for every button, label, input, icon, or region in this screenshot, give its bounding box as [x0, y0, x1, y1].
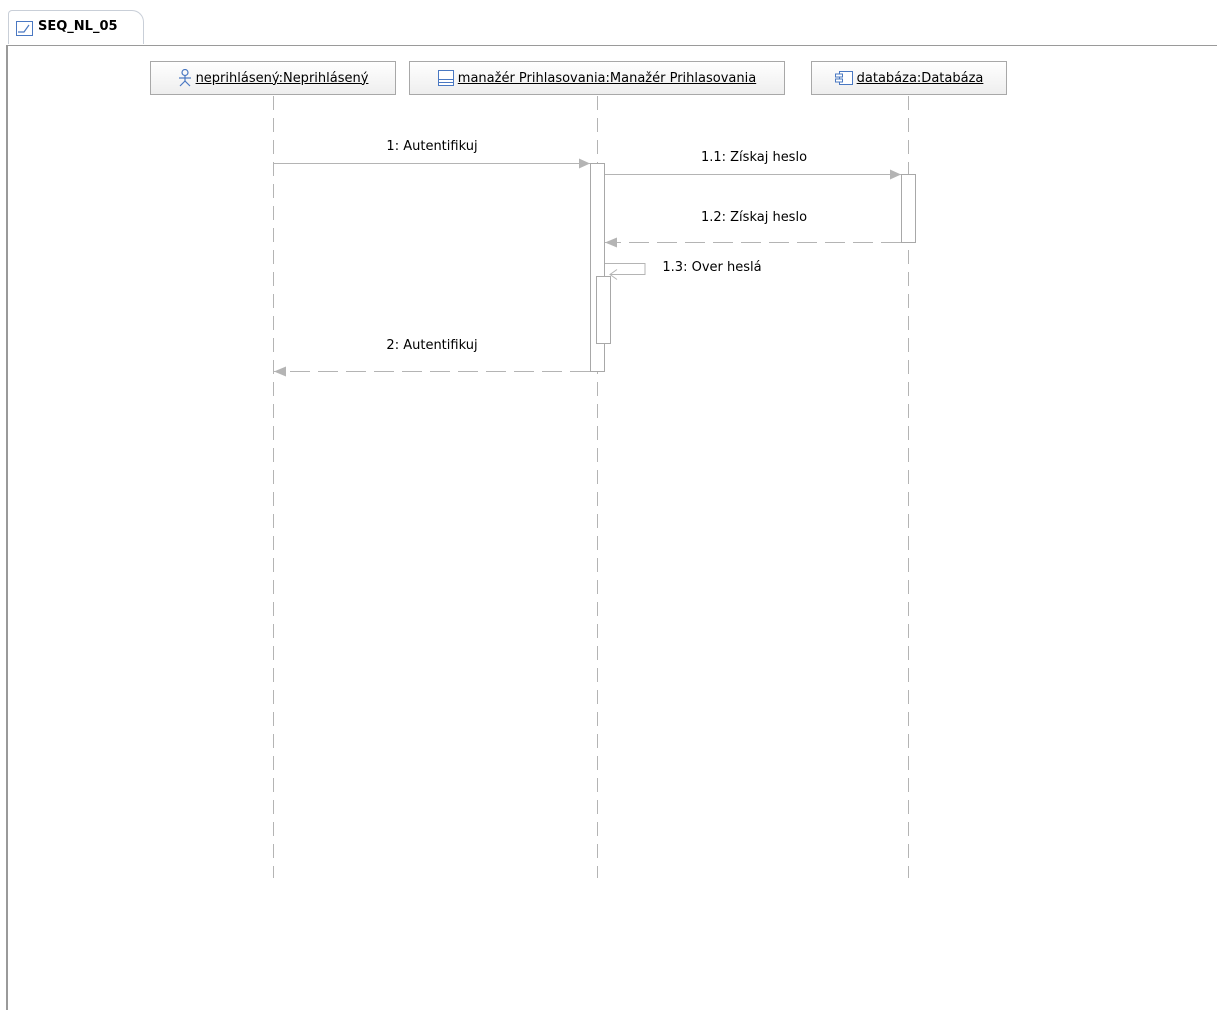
activation-databaza[interactable]	[901, 174, 916, 243]
message-1-1-arrow[interactable]	[605, 169, 901, 180]
message-1-label: 1: Autentifikuj	[386, 139, 478, 154]
component-icon	[834, 71, 853, 85]
lifeline-neprihlaseny-label: neprihlásený:Neprihlásený	[195, 70, 369, 86]
lifeline-neprihlaseny[interactable]: neprihlásený:Neprihlásený	[150, 61, 396, 95]
message-1-1-label: 1.1: Získaj heslo	[700, 150, 808, 165]
actor-icon	[178, 69, 191, 87]
message-2-label: 2: Autentifikuj	[386, 338, 478, 353]
message-2-arrow[interactable]	[274, 366, 590, 377]
message-1-arrow[interactable]	[274, 158, 590, 169]
lifeline-databaza-label: databáza:Databáza	[856, 70, 984, 86]
sequence-diagram	[273, 96, 916, 878]
class-icon	[437, 70, 454, 86]
message-1-2-label: 1.2: Získaj heslo	[700, 210, 808, 225]
lifeline-manazer-label: manažér Prihlasovania:Manažér Prihlasova…	[457, 70, 757, 86]
lifeline-databaza[interactable]: databáza:Databáza	[811, 61, 1007, 95]
message-1-2-arrow[interactable]	[605, 237, 901, 248]
activation-manazer-nested[interactable]	[596, 276, 611, 344]
lifeline-manazer-prihlasovania[interactable]: manažér Prihlasovania:Manažér Prihlasova…	[409, 61, 785, 95]
message-1-3-label: 1.3: Over heslá	[662, 260, 762, 275]
